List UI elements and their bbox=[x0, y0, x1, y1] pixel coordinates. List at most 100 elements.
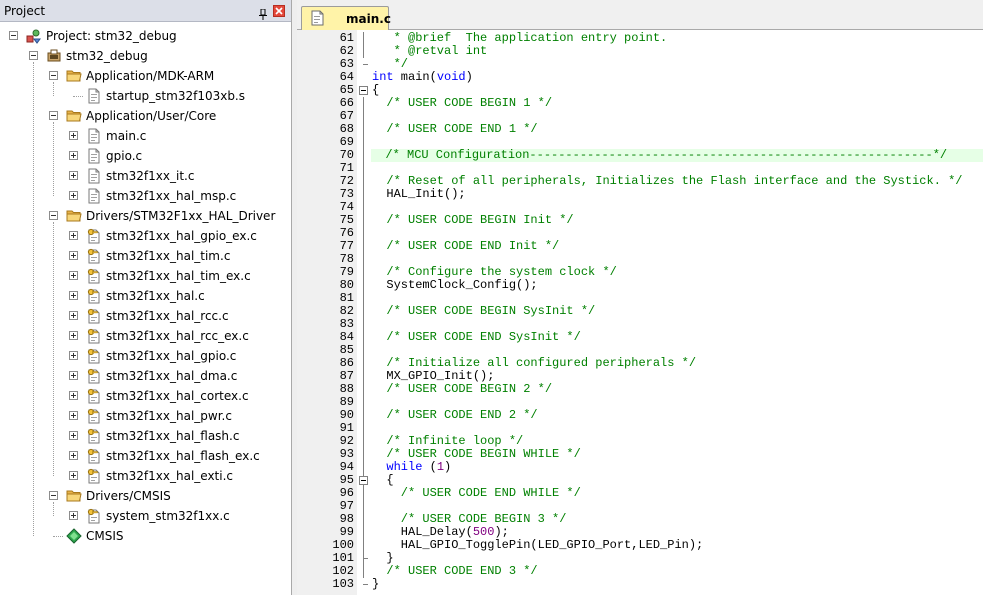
tree-node[interactable]: stm32f1xx_hal_gpio_ex.c bbox=[0, 226, 290, 246]
code-line[interactable]: /* USER CODE END 1 */ bbox=[372, 123, 537, 136]
tree-node[interactable]: stm32f1xx_hal_tim_ex.c bbox=[0, 266, 290, 286]
expand-toggle-icon[interactable] bbox=[69, 451, 78, 460]
project-panel: Project Project: stm32_debug stm32_debug A… bbox=[0, 0, 292, 595]
panel-title: Project bbox=[4, 4, 46, 18]
expand-toggle-icon[interactable] bbox=[69, 351, 78, 360]
code-line[interactable]: } bbox=[372, 578, 379, 591]
close-icon[interactable] bbox=[273, 5, 285, 17]
tab-label: main.c bbox=[346, 12, 391, 26]
tab-bar: main.c bbox=[297, 0, 983, 30]
tree-node[interactable]: stm32f1xx_hal_tim.c bbox=[0, 246, 290, 266]
tree-node[interactable]: stm32f1xx_hal_cortex.c bbox=[0, 386, 290, 406]
tree-node[interactable]: stm32f1xx_hal_pwr.c bbox=[0, 406, 290, 426]
tree-node[interactable]: gpio.c bbox=[0, 146, 290, 166]
collapse-toggle-icon[interactable] bbox=[9, 31, 18, 40]
fold-toggle-icon[interactable] bbox=[359, 86, 368, 95]
tree-node[interactable]: Drivers/CMSIS bbox=[0, 486, 290, 506]
code-line[interactable]: /* USER CODE BEGIN Init */ bbox=[372, 214, 573, 227]
collapse-toggle-icon[interactable] bbox=[29, 51, 38, 60]
code-line[interactable]: HAL_GPIO_TogglePin(LED_GPIO_Port,LED_Pin… bbox=[372, 539, 703, 552]
tree-node[interactable]: CMSIS bbox=[0, 526, 290, 546]
expand-toggle-icon[interactable] bbox=[69, 331, 78, 340]
expand-toggle-icon[interactable] bbox=[69, 291, 78, 300]
tree-node[interactable]: stm32f1xx_hal_rcc_ex.c bbox=[0, 326, 290, 346]
tree-node[interactable]: Drivers/STM32F1xx_HAL_Driver bbox=[0, 206, 290, 226]
code-line[interactable]: int main(void) bbox=[372, 71, 473, 84]
collapse-toggle-icon[interactable] bbox=[49, 111, 58, 120]
expand-toggle-icon[interactable] bbox=[69, 191, 78, 200]
tree-node-label: stm32f1xx_hal_msp.c bbox=[106, 189, 237, 203]
fold-toggle-icon[interactable] bbox=[359, 476, 368, 485]
tree-node-label: gpio.c bbox=[106, 149, 143, 163]
pin-icon[interactable] bbox=[258, 5, 268, 20]
file-key-icon bbox=[86, 328, 102, 344]
expand-toggle-icon[interactable] bbox=[69, 391, 78, 400]
folder-icon bbox=[66, 108, 82, 124]
code-line[interactable]: /* USER CODE END 2 */ bbox=[372, 409, 537, 422]
code-line[interactable]: /* USER CODE BEGIN 1 */ bbox=[372, 97, 552, 110]
expand-toggle-icon[interactable] bbox=[69, 471, 78, 480]
collapse-toggle-icon[interactable] bbox=[49, 491, 58, 500]
tree-node[interactable]: stm32f1xx_hal_gpio.c bbox=[0, 346, 290, 366]
fold-margin bbox=[357, 30, 371, 595]
tree-node[interactable]: stm32f1xx_hal_flash_ex.c bbox=[0, 446, 290, 466]
code-line[interactable]: HAL_Init(); bbox=[372, 188, 465, 201]
expand-toggle-icon[interactable] bbox=[69, 511, 78, 520]
expand-toggle-icon[interactable] bbox=[69, 431, 78, 440]
expand-toggle-icon[interactable] bbox=[69, 171, 78, 180]
tree-node[interactable]: stm32f1xx_hal_rcc.c bbox=[0, 306, 290, 326]
tree-node[interactable]: Project: stm32_debug bbox=[0, 26, 290, 46]
tree-node-label: stm32f1xx_hal_tim.c bbox=[106, 249, 231, 263]
file-key-icon bbox=[86, 428, 102, 444]
line-number: 103 bbox=[332, 577, 354, 591]
expand-toggle-icon[interactable] bbox=[69, 311, 78, 320]
fold-guide-line bbox=[363, 558, 368, 559]
file-key-icon bbox=[86, 408, 102, 424]
tree-node[interactable]: system_stm32f1xx.c bbox=[0, 506, 290, 526]
cmsis-diamond-icon bbox=[66, 528, 82, 544]
code-line[interactable]: /* USER CODE BEGIN SysInit */ bbox=[372, 305, 595, 318]
tree-node[interactable]: stm32_debug bbox=[0, 46, 290, 66]
tree-node[interactable]: startup_stm32f103xb.s bbox=[0, 86, 290, 106]
expand-toggle-icon[interactable] bbox=[69, 231, 78, 240]
fold-guide-line bbox=[363, 64, 368, 65]
code-editor: main.c 61 62 63 64 65 66 67 68 69 70 71 72 73 74 75 76 7… bbox=[297, 0, 983, 595]
code-line[interactable]: SystemClock_Config(); bbox=[372, 279, 537, 292]
tree-node[interactable]: stm32f1xx_hal_flash.c bbox=[0, 426, 290, 446]
tree-node-label: Application/User/Core bbox=[86, 109, 217, 123]
expand-toggle-icon[interactable] bbox=[69, 151, 78, 160]
tree-node-label: stm32f1xx_hal_dma.c bbox=[106, 369, 238, 383]
code-line[interactable]: /* USER CODE END 3 */ bbox=[372, 565, 537, 578]
expand-toggle-icon[interactable] bbox=[69, 411, 78, 420]
file-key-icon bbox=[86, 368, 102, 384]
file-icon bbox=[86, 88, 102, 104]
tree-node[interactable]: stm32f1xx_hal_exti.c bbox=[0, 466, 290, 486]
tree-node[interactable]: stm32f1xx_hal.c bbox=[0, 286, 290, 306]
file-key-icon bbox=[86, 468, 102, 484]
tree-node-label: Application/MDK-ARM bbox=[86, 69, 215, 83]
tree-node[interactable]: main.c bbox=[0, 126, 290, 146]
code-line[interactable]: /* USER CODE END WHILE */ bbox=[372, 487, 581, 500]
tree-node[interactable]: stm32f1xx_hal_msp.c bbox=[0, 186, 290, 206]
code-line[interactable]: /* USER CODE BEGIN 2 */ bbox=[372, 383, 552, 396]
expand-toggle-icon[interactable] bbox=[69, 251, 78, 260]
file-key-icon bbox=[86, 388, 102, 404]
code-line[interactable]: /* USER CODE END Init */ bbox=[372, 240, 559, 253]
tree-node[interactable]: Application/MDK-ARM bbox=[0, 66, 290, 86]
tree-node[interactable]: Application/User/Core bbox=[0, 106, 290, 126]
collapse-toggle-icon[interactable] bbox=[49, 211, 58, 220]
tree-node-label: stm32f1xx_hal_rcc.c bbox=[106, 309, 229, 323]
tree-node[interactable]: stm32f1xx_hal_dma.c bbox=[0, 366, 290, 386]
panel-header: Project bbox=[0, 0, 291, 22]
tree-guide-line bbox=[53, 536, 63, 537]
collapse-toggle-icon[interactable] bbox=[49, 71, 58, 80]
code-line[interactable]: /* MCU Configuration--------------------… bbox=[371, 149, 983, 162]
expand-toggle-icon[interactable] bbox=[69, 271, 78, 280]
code-line[interactable]: /* USER CODE END SysInit */ bbox=[372, 331, 580, 344]
code-area[interactable]: * @brief The application entry point. * … bbox=[371, 30, 983, 595]
expand-toggle-icon[interactable] bbox=[69, 371, 78, 380]
tree-node-label: system_stm32f1xx.c bbox=[106, 509, 230, 523]
tree-node[interactable]: stm32f1xx_it.c bbox=[0, 166, 290, 186]
tab-main-c[interactable]: main.c bbox=[301, 6, 391, 30]
expand-toggle-icon[interactable] bbox=[69, 131, 78, 140]
